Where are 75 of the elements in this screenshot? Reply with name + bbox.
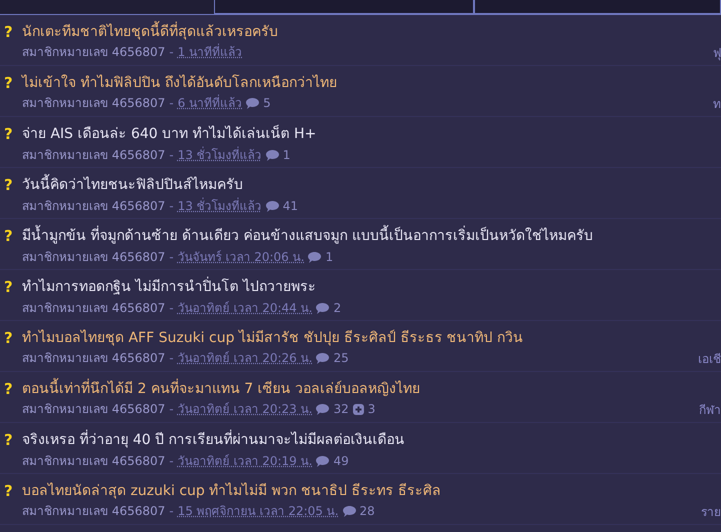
separator-dash: - — [169, 453, 174, 469]
separator-dash: - — [169, 95, 174, 112]
topic-title[interactable]: บอลไทยนัดล่าสุด zuzuki cup ทำไมไม่มี พวก ชนาธิป ธีระทร ธีระศิล — [22, 481, 721, 502]
topic-title[interactable]: ไม่เข้าใจ ทำไมฟิลิปปิน ถึงได้อันดับโลกเหนือกว่าไทย — [22, 73, 721, 94]
comment-count: 2 — [333, 300, 342, 316]
topic-title[interactable]: มีน้ำมูกข้น ที่จมูกด้านซ้าย ด้านเดียว ค่อนข้างแสบจมูก แบบนี้เป็นอาการเริ่มเป็นหวัดใช่ไหมครับ — [22, 226, 721, 248]
comment-count: 25 — [333, 350, 349, 366]
comment-icon — [316, 302, 330, 314]
author-name[interactable]: สมาชิกหมายเลข 4656807 — [22, 300, 166, 316]
post-time[interactable]: 15 พฤศจิกายน เวลา 22:05 น. — [178, 503, 339, 520]
question-icon: ? — [0, 124, 22, 146]
post-time[interactable]: 1 นาทีที่แล้ว — [178, 44, 242, 60]
tag-label[interactable]: ท — [713, 94, 721, 113]
plus-icon — [352, 404, 364, 415]
question-icon: ? — [0, 277, 22, 299]
author-name[interactable]: สมาชิกหมายเลข 4656807 — [22, 249, 166, 265]
post-time[interactable]: วันจันทร์ เวลา 20:06 น. — [178, 249, 304, 265]
tag-label[interactable]: ฟุ — [713, 43, 721, 62]
comment-icon — [308, 252, 322, 262]
question-icon: ? — [0, 73, 22, 94]
comment-icon — [266, 150, 279, 160]
post-time[interactable]: วันอาทิตย์ เวลา 20:26 น. — [178, 350, 312, 366]
comment-count: 28 — [360, 503, 375, 520]
topic-title[interactable]: ทำไมการทอดกฐิน ไม่มีการนำปิ่นโต ไปถวายพระ — [22, 277, 721, 299]
post-time[interactable]: 6 นาทีที่แล้ว — [178, 95, 242, 112]
author-name[interactable]: สมาชิกหมายเลข 4656807 — [22, 401, 166, 418]
separator-dash: - — [169, 350, 174, 366]
question-icon: ? — [0, 22, 22, 42]
comment-icon — [342, 506, 356, 517]
comment-icon — [316, 352, 330, 364]
comment-count: 1 — [282, 147, 290, 163]
vote-count: 3 — [368, 401, 376, 418]
author-name[interactable]: สมาชิกหมายเลข 4656807 — [22, 350, 166, 366]
author-name[interactable]: สมาชิกหมายเลข 4656807 — [22, 453, 166, 469]
author-name[interactable]: สมาชิกหมายเลข 4656807 — [22, 44, 166, 60]
author-name[interactable]: สมาชิกหมายเลข 4656807 — [22, 95, 166, 112]
question-icon: ? — [0, 379, 22, 400]
topic-title[interactable]: จ่าย AIS เดือนล่ะ 640 บาท ทำไมได้เล่นเน็ต H+ — [22, 124, 721, 146]
author-name[interactable]: สมาชิกหมายเลข 4656807 — [22, 503, 166, 520]
separator-dash: - — [169, 44, 174, 60]
comment-count: 49 — [333, 453, 349, 469]
separator-dash: - — [169, 147, 174, 163]
separator-dash: - — [169, 249, 174, 265]
post-time[interactable]: 13 ชั่วโมงที่แล้ว — [178, 147, 262, 163]
comment-icon — [266, 200, 279, 212]
comment-icon — [316, 456, 330, 466]
post-time[interactable]: วันอาทิตย์ เวลา 20:19 น. — [178, 453, 312, 469]
post-time[interactable]: วันอาทิตย์ เวลา 20:44 น. — [178, 300, 312, 316]
topic-title[interactable]: ทำไมบอลไทยชุด AFF Suzuki cup ไม่มีสารัช ชัปปุย ธีระศิลป์ ธีระธร ชนาทิป กวิน — [22, 328, 721, 348]
separator-dash: - — [169, 503, 174, 520]
tag-label[interactable]: ราย — [701, 502, 721, 521]
topic-title[interactable]: วันนี้คิดว่าไทยชนะฟิลิปปินส์ไหมครับ — [22, 175, 721, 197]
comment-count: 1 — [325, 249, 334, 265]
post-time[interactable]: วันอาทิตย์ เวลา 20:23 น. — [178, 401, 312, 418]
topic-title[interactable]: ตอนนี้เท่าที่นึกได้มี 2 คนที่จะมาแทน 7 เซียน วอลเล่ย์บอลหญิงไทย — [22, 379, 721, 400]
topic-title[interactable]: จริงเหรอ ที่ว่าอายุ 40 ปี การเรียนที่ผ่านมาจะไม่มีผลต่อเงินเดือน — [22, 430, 721, 452]
author-name[interactable]: สมาชิกหมายเลข 4656807 — [22, 147, 166, 163]
comment-count: 5 — [263, 95, 271, 112]
comment-icon — [316, 404, 330, 415]
question-icon: ? — [0, 430, 22, 452]
separator-dash: - — [169, 401, 174, 418]
author-name[interactable]: สมาชิกหมายเลข 4656807 — [22, 198, 166, 214]
question-icon: ? — [0, 175, 22, 197]
comment-count: 32 — [333, 401, 349, 418]
tag-label[interactable]: กีฬา — [699, 400, 721, 419]
separator-dash: - — [169, 300, 174, 316]
topic-title[interactable]: นักเตะทีมชาติไทยชุดนี้ดีที่สุดแล้วเหรอครับ — [22, 22, 721, 42]
comment-count: 41 — [282, 198, 298, 214]
question-icon: ? — [0, 226, 22, 248]
comment-icon — [246, 98, 260, 109]
separator-dash: - — [169, 198, 174, 214]
tag-label[interactable]: เอเชี — [698, 349, 721, 368]
question-icon: ? — [0, 328, 22, 348]
question-icon: ? — [0, 481, 22, 502]
post-time[interactable]: 13 ชั่วโมงที่แล้ว — [178, 198, 262, 214]
